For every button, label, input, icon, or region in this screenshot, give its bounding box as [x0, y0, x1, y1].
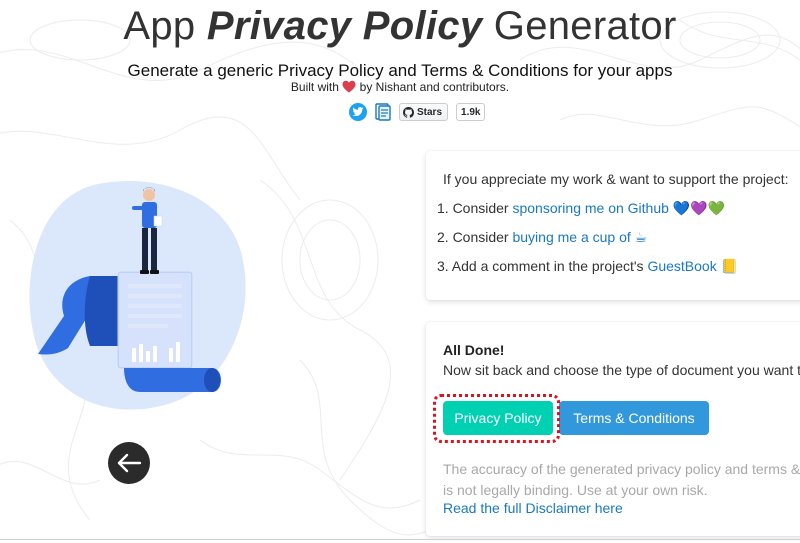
done-description: Now sit back and choose the type of docu…: [443, 362, 800, 378]
twitter-icon[interactable]: [349, 103, 367, 121]
title-suffix: Generator: [493, 4, 677, 48]
bottom-divider: [0, 539, 800, 540]
support-item-prefix: 1. Consider: [437, 200, 513, 216]
page-subtitle: Generate a generic Privacy Policy and Te…: [127, 61, 673, 80]
title-prefix: App: [123, 4, 196, 48]
document-illustration: [29, 181, 246, 410]
github-stars-label: Stars: [417, 106, 443, 118]
support-item: 1. Consider sponsoring me on Github 💙💜💚: [437, 200, 725, 217]
built-with-suffix: by Nishant and contributors.: [359, 80, 510, 94]
support-item-prefix: 2. Consider: [437, 229, 513, 245]
github-icon: [403, 106, 414, 118]
support-card: If you appreciate my work & want to supp…: [426, 151, 800, 300]
heart-icon: [342, 80, 356, 96]
github-stars-button[interactable]: Stars: [399, 103, 449, 121]
github-stars-count[interactable]: 1.9k: [456, 103, 486, 121]
back-button[interactable]: [108, 442, 150, 484]
privacy-policy-button[interactable]: Privacy Policy: [443, 401, 553, 435]
done-heading: All Done!: [443, 342, 505, 358]
page-title: App Privacy Policy Generator: [0, 4, 800, 49]
arrow-left-icon: [117, 453, 142, 473]
support-item: 3. Add a comment in the project's GuestB…: [437, 258, 738, 275]
terms-conditions-button[interactable]: Terms & Conditions: [559, 401, 709, 435]
sponsor-link[interactable]: sponsoring me on Github 💙💜💚: [512, 200, 725, 216]
support-item-prefix: 3. Add a comment in the project's: [437, 258, 648, 274]
disclaimer-line: is not legally binding. Use at your own …: [443, 482, 708, 498]
title-emphasis: Privacy Policy: [206, 4, 483, 48]
all-done-card: All Done! Now sit back and choose the ty…: [426, 322, 800, 536]
support-item: 2. Consider buying me a cup of ☕: [437, 229, 647, 246]
coffee-link[interactable]: buying me a cup of ☕: [512, 229, 647, 245]
guestbook-link[interactable]: GuestBook 📒: [647, 258, 738, 274]
social-links: Stars 1.9k: [349, 103, 486, 121]
disclaimer-line: The accuracy of the generated privacy po…: [443, 461, 800, 477]
disclaimer-link[interactable]: Read the full Disclaimer here: [443, 500, 623, 516]
built-with-prefix: Built with: [290, 80, 339, 94]
support-heading: If you appreciate my work & want to supp…: [443, 171, 789, 187]
disclaimer-text: The accuracy of the generated privacy po…: [443, 459, 800, 501]
product-hunt-doc-icon[interactable]: [375, 103, 391, 121]
built-with-line: Built with by Nishant and contributors.: [0, 80, 800, 96]
